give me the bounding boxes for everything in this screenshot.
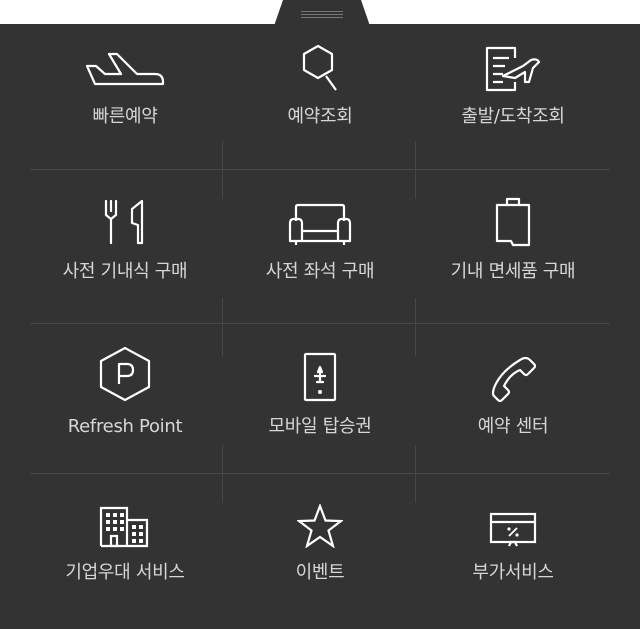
menu-item-booking-lookup[interactable]: 예약조회 bbox=[213, 0, 427, 141]
phone-icon bbox=[491, 356, 536, 402]
menu-item-inflight-meal[interactable]: 사전 기내식 구매 bbox=[18, 151, 232, 296]
menu-item-label: 예약 센터 bbox=[477, 416, 549, 437]
menu-item-duty-free[interactable]: 기내 면세품 구매 bbox=[406, 151, 620, 296]
menu-item-label: 기내 면세품 구매 bbox=[450, 261, 576, 282]
menu-item-quick-booking[interactable]: 빠른예약 bbox=[18, 0, 232, 141]
cutlery-icon bbox=[104, 199, 144, 245]
building-icon bbox=[99, 506, 149, 548]
menu-item-label: 출발/도착조회 bbox=[461, 106, 565, 127]
menu-item-label: 기업우대 서비스 bbox=[65, 562, 185, 583]
menu-item-label: 모바일 탑승권 bbox=[268, 416, 372, 437]
menu-item-corporate-service[interactable]: 기업우대 서비스 bbox=[18, 452, 232, 597]
mobile-pass-icon bbox=[303, 352, 337, 402]
menu-item-mobile-boarding-pass[interactable]: 모바일 탑승권 bbox=[213, 306, 427, 451]
menu-item-label: 사전 기내식 구매 bbox=[62, 261, 188, 282]
menu-item-extra-services[interactable]: 부가서비스 bbox=[406, 452, 620, 597]
menu-item-label: 부가서비스 bbox=[472, 562, 554, 583]
shopping-bag-icon bbox=[495, 197, 531, 247]
star-icon bbox=[297, 504, 343, 548]
airplane-icon bbox=[85, 52, 165, 86]
menu-item-label: 예약조회 bbox=[287, 106, 353, 127]
quick-menu-panel: 빠른예약 예약조회 출발/도착조회 사전 기내식 구매 사전 좌석 구매 기내 … bbox=[0, 24, 640, 629]
menu-item-label: 빠른예약 bbox=[92, 106, 158, 127]
sofa-seat-icon bbox=[288, 203, 352, 245]
flight-document-icon bbox=[485, 46, 541, 92]
menu-item-event[interactable]: 이벤트 bbox=[213, 452, 427, 597]
menu-item-label: Refresh Point bbox=[67, 416, 183, 437]
menu-item-label: 이벤트 bbox=[295, 562, 345, 583]
menu-item-label: 사전 좌석 구매 bbox=[265, 261, 375, 282]
discount-card-icon bbox=[489, 512, 537, 547]
menu-item-flight-status[interactable]: 출발/도착조회 bbox=[406, 0, 620, 141]
menu-item-seat-purchase[interactable]: 사전 좌석 구매 bbox=[213, 151, 427, 296]
menu-item-reservation-center[interactable]: 예약 센터 bbox=[406, 306, 620, 451]
search-icon bbox=[302, 44, 337, 91]
parking-hexagon-icon bbox=[99, 346, 151, 402]
menu-item-refresh-point[interactable]: Refresh Point bbox=[18, 306, 232, 451]
